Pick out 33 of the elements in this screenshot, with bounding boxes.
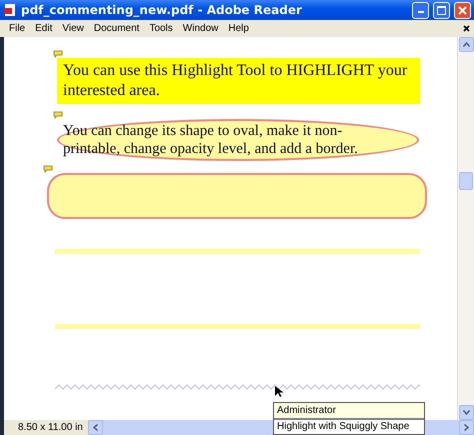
oval-highlight[interactable]: You can change its shape to oval, make it non-printable, change opacity level, and add a border. xyxy=(57,119,419,161)
scroll-up-button[interactable] xyxy=(458,37,474,52)
close-document-icon[interactable] xyxy=(463,25,470,32)
highlight-annotation[interactable]: You can use this Highlight Tool to HIGHLIGHT your interested area. xyxy=(57,58,420,104)
scroll-down-button[interactable] xyxy=(458,405,474,420)
maximize-button[interactable] xyxy=(433,2,450,18)
tooltip-author: Administrator xyxy=(274,403,424,420)
window-title: pdf_commenting_new.pdf - Adobe Reader xyxy=(21,3,303,17)
close-icon xyxy=(458,6,467,14)
close-button[interactable] xyxy=(454,2,471,18)
scroll-thumb[interactable] xyxy=(459,172,473,190)
menu-item[interactable]: Help xyxy=(223,23,254,34)
menu-item[interactable]: Tools xyxy=(144,23,178,34)
document-text: You can use this Highlight Tool to HIGHLIGHT your interested area. xyxy=(63,61,408,101)
vertical-scrollbar[interactable] xyxy=(457,37,474,420)
comment-icon[interactable] xyxy=(53,50,63,58)
scroll-left-button[interactable] xyxy=(88,420,103,435)
rounded-highlight[interactable] xyxy=(47,173,427,219)
document-text: You can change its shape to oval, make it non-printable, change opacity level, and add a border. xyxy=(63,122,358,158)
menu-item[interactable]: Window xyxy=(178,23,224,34)
comment-icon[interactable] xyxy=(43,165,53,173)
menu-item[interactable]: Edit xyxy=(30,23,58,34)
maximize-icon xyxy=(437,6,446,14)
scroll-right-button[interactable] xyxy=(459,420,474,435)
page-size-label: 8.50 x 11.00 in xyxy=(17,421,84,435)
minimize-button[interactable] xyxy=(412,2,429,18)
menu-item[interactable]: File xyxy=(4,23,30,34)
tooltip-text: Highlight with Squiggly Shape xyxy=(274,420,424,434)
comment-icon[interactable] xyxy=(53,111,63,119)
pdf-file-icon xyxy=(3,3,17,17)
menu-item[interactable]: View xyxy=(57,23,89,34)
cursor-icon xyxy=(275,386,284,398)
menu-item[interactable]: Document xyxy=(88,23,144,34)
